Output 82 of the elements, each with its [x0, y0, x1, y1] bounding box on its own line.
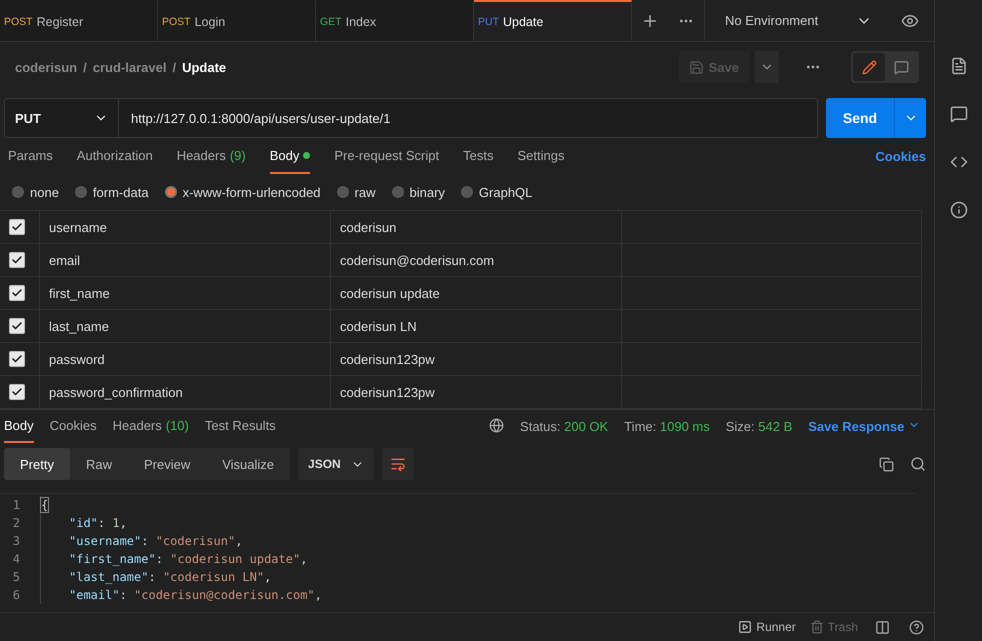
code-line: "email": "coderisun@coderisun.com",	[40, 586, 322, 604]
globe-icon	[489, 418, 504, 436]
body-type-radio[interactable]: GraphQL	[460, 184, 532, 200]
param-key-cell[interactable]: email	[40, 244, 331, 276]
param-key-cell[interactable]: last_name	[40, 310, 331, 342]
request-tab[interactable]: POST Login	[158, 0, 316, 41]
response-tab[interactable]: Headers (10)	[112, 410, 189, 443]
param-value-cell[interactable]: coderisun LN	[331, 310, 622, 342]
code-line: "id": 1,	[40, 514, 127, 532]
body-type-radio[interactable]: x-www-form-urlencoded	[164, 184, 321, 200]
save-response-link[interactable]: Save Response	[808, 419, 920, 434]
request-section-tab[interactable]: Tests	[463, 138, 494, 174]
breadcrumb-item[interactable]: crud-laravel	[92, 60, 166, 74]
check-icon	[11, 386, 23, 398]
request-tab[interactable]: POST Register	[0, 0, 158, 41]
request-section-tab[interactable]: Pre-request Script	[334, 138, 440, 174]
param-value-cell[interactable]: coderisun update	[331, 277, 622, 309]
method-select[interactable]: PUT	[4, 98, 119, 138]
line-number: 3	[12, 534, 21, 548]
body-type-radio[interactable]: none	[12, 184, 59, 200]
breadcrumb-separator: /	[172, 60, 176, 74]
param-key-cell[interactable]: first_name	[40, 277, 331, 309]
checkbox[interactable]	[9, 219, 25, 235]
line-number: 1	[12, 498, 21, 512]
request-section-tab[interactable]: Authorization	[76, 138, 153, 174]
request-section-tab[interactable]: Params	[8, 138, 53, 174]
param-value-cell[interactable]: coderisun	[331, 211, 622, 243]
code-line: {	[40, 496, 48, 514]
code-line: "last_name": "coderisun LN",	[40, 568, 272, 586]
line-number: 5	[12, 570, 21, 584]
view-tab[interactable]: Pretty	[4, 448, 70, 480]
param-key-cell[interactable]: password_confirmation	[40, 376, 331, 408]
param-value-cell[interactable]: coderisun123pw	[331, 343, 622, 375]
code-line: "first_name": "coderisun update",	[40, 550, 308, 568]
trash-icon	[810, 620, 824, 634]
response-tab[interactable]: Cookies	[50, 410, 97, 443]
check-icon	[11, 254, 23, 266]
format-select[interactable]: JSON	[298, 448, 374, 480]
footer-button[interactable]: Runner	[738, 620, 796, 634]
body-type-radio[interactable]: form-data	[74, 184, 149, 200]
body-type-radio[interactable]: raw	[336, 184, 376, 200]
request-tab[interactable]: GET Index	[316, 0, 474, 41]
response-meta: Status: 200 OK	[520, 419, 608, 434]
body-type-radio[interactable]: binary	[392, 184, 445, 200]
breadcrumb-item[interactable]: coderisun	[15, 60, 78, 74]
request-section-tab[interactable]: Headers (9)	[176, 138, 246, 174]
line-number: 6	[12, 588, 21, 602]
response-meta: Time: 1090 ms	[624, 419, 710, 434]
param-value-cell[interactable]: coderisun123pw	[331, 376, 622, 408]
checkbox[interactable]	[9, 384, 25, 400]
wrap-icon[interactable]	[382, 448, 414, 480]
play-icon	[738, 620, 752, 634]
checkbox[interactable]	[9, 252, 25, 268]
cookies-link[interactable]: Cookies	[875, 148, 926, 164]
view-tab[interactable]: Raw	[70, 448, 128, 480]
environment-select[interactable]: No Environment	[704, 0, 886, 41]
line-number: 2	[12, 516, 21, 530]
request-section-tab[interactable]: Settings	[517, 138, 564, 174]
response-tab[interactable]: Test Results	[204, 410, 276, 443]
check-icon	[11, 353, 23, 365]
param-key-cell[interactable]: password	[40, 343, 331, 375]
view-tab[interactable]: Preview	[128, 448, 206, 480]
breadcrumb-separator: /	[83, 60, 87, 74]
param-key-cell[interactable]: username	[40, 211, 331, 243]
request-section-tab[interactable]: Body	[270, 138, 310, 174]
checkbox[interactable]	[9, 351, 25, 367]
url-field[interactable]: http://127.0.0.1:8000/api/users/user-update/1	[119, 98, 818, 138]
check-icon	[11, 320, 23, 332]
checkbox[interactable]	[9, 285, 25, 301]
check-icon	[11, 221, 23, 233]
view-tab[interactable]: Visualize	[206, 448, 290, 480]
breadcrumb-item[interactable]: Update	[182, 60, 226, 74]
check-icon	[11, 287, 23, 299]
send-button[interactable]: Send	[826, 98, 894, 138]
response-meta: Size: 542 B	[726, 419, 792, 434]
code-line: "username": "coderisun",	[40, 532, 242, 550]
response-tab[interactable]: Body	[4, 410, 34, 443]
request-tab[interactable]: PUT Update	[474, 0, 632, 41]
param-value-cell[interactable]: coderisun@coderisun.com	[331, 244, 622, 276]
checkbox[interactable]	[9, 318, 25, 334]
pencil-icon[interactable]	[853, 53, 885, 81]
line-number: 4	[12, 552, 21, 566]
